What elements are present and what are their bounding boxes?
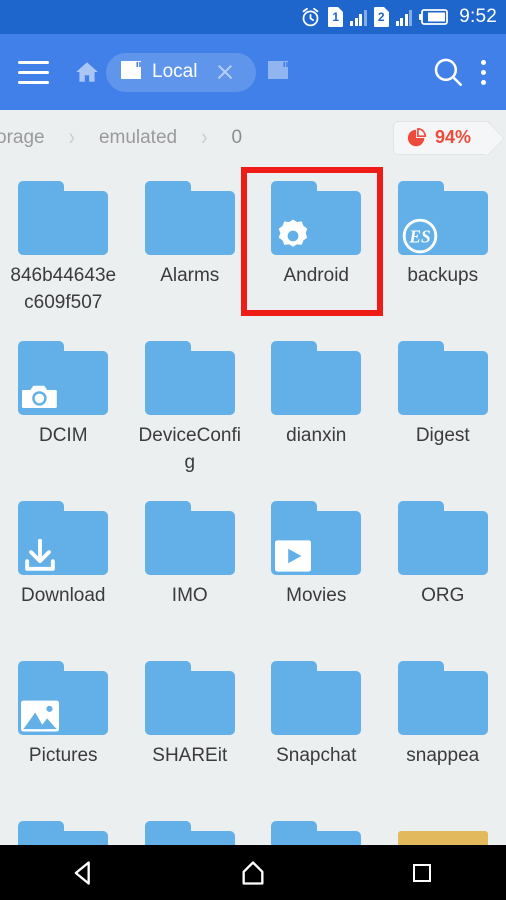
file-grid-item[interactable]: Download <box>0 485 127 645</box>
file-grid-item[interactable]: IMO <box>127 485 254 645</box>
search-icon[interactable] <box>431 55 465 89</box>
sdcard-icon <box>266 59 290 86</box>
tab-secondary-sdcard[interactable] <box>266 59 290 86</box>
folder-icon <box>144 661 235 735</box>
file-grid-item-label: backups <box>407 265 479 286</box>
folder-icon <box>397 661 488 735</box>
file-grid-item-label: Alarms <box>160 265 220 286</box>
camera-icon <box>21 379 59 413</box>
sdcard-icon <box>119 59 143 86</box>
status-bar: 1 2 9:52 <box>0 0 506 34</box>
sim1-signal-icon <box>350 9 367 26</box>
hamburger-menu-icon[interactable] <box>18 60 64 84</box>
file-grid-item[interactable]: ORG <box>380 485 506 645</box>
home-icon[interactable] <box>74 59 100 85</box>
file-grid-item[interactable]: DeviceConfig <box>127 325 254 485</box>
download-arrow-icon <box>21 539 59 573</box>
alarm-clock-icon <box>300 7 321 28</box>
file-grid-item[interactable]: DCIM <box>0 325 127 485</box>
back-triangle-icon[interactable] <box>39 845 129 900</box>
sim2-signal-icon <box>395 9 413 26</box>
storage-percent-label: 94% <box>434 127 471 147</box>
file-grid-item-label: Download <box>21 585 106 606</box>
folder-icon <box>144 181 235 255</box>
folder-icon <box>18 501 109 575</box>
sim2-indicator: 2 <box>373 7 389 27</box>
breadcrumb-item-1[interactable]: emulated <box>99 127 177 149</box>
file-grid-item-label: Pictures <box>28 745 98 766</box>
file-grid-item-label: Digest <box>415 425 470 446</box>
file-grid-item[interactable]: Snapchat <box>253 645 380 805</box>
image-icon <box>21 699 60 733</box>
folder-icon <box>271 661 362 735</box>
breadcrumb: orage › emulated › 0 94% <box>0 110 506 165</box>
clock-time: 9:52 <box>459 6 497 27</box>
system-navigation-bar <box>0 845 506 900</box>
file-grid-item-label: DeviceConfig <box>138 425 241 473</box>
tab-local-label: Local <box>152 61 198 82</box>
file-grid-item[interactable]: 846b44643ec609f507 <box>0 165 127 325</box>
file-grid-item-label: 846b44643ec609f507 <box>10 265 117 313</box>
file-grid-item[interactable] <box>253 805 380 845</box>
file-grid-item-label: DCIM <box>38 425 88 446</box>
storage-usage-badge[interactable]: 94% <box>392 120 492 155</box>
file-manager-screen: 1 2 9:52 Local orage › emulated › 0 94% … <box>0 0 506 900</box>
file-grid-item[interactable]: Alarms <box>127 165 254 325</box>
folder-icon <box>271 341 362 415</box>
pie-chart-icon <box>406 127 428 149</box>
folder-icon: ES <box>397 181 488 255</box>
file-grid-item[interactable]: Movies <box>253 485 380 645</box>
file-grid-item-label: IMO <box>171 585 208 606</box>
file-icon <box>397 821 488 845</box>
folder-icon <box>144 821 235 845</box>
folder-icon <box>18 181 109 255</box>
overflow-menu-icon[interactable] <box>481 59 486 85</box>
file-grid-item[interactable] <box>0 805 127 845</box>
folder-icon <box>271 181 362 255</box>
battery-icon <box>419 9 449 25</box>
folder-icon <box>397 341 488 415</box>
file-grid-item-label: snappea <box>406 745 480 766</box>
breadcrumb-item-2[interactable]: 0 <box>231 127 242 149</box>
breadcrumb-separator-icon: › <box>68 126 75 149</box>
file-grid-item-label: dianxin <box>286 425 347 446</box>
file-grid-item[interactable]: Digest <box>380 325 506 485</box>
es-logo-icon: ES <box>401 218 439 254</box>
close-icon[interactable] <box>212 59 238 85</box>
home-icon[interactable] <box>208 845 298 900</box>
gear-icon <box>274 219 312 253</box>
folder-icon <box>144 341 235 415</box>
breadcrumb-scroll[interactable]: orage › emulated › 0 <box>0 127 393 149</box>
file-grid-item[interactable]: dianxin <box>253 325 380 485</box>
file-grid-item[interactable] <box>380 805 506 845</box>
file-grid-item-label: SHAREit <box>152 745 228 766</box>
recents-square-icon[interactable] <box>377 845 467 900</box>
file-grid-item-label: Snapchat <box>276 745 357 766</box>
folder-icon <box>144 501 235 575</box>
sim1-indicator: 1 <box>328 7 344 27</box>
tab-local[interactable]: Local <box>106 52 256 92</box>
file-grid-item-label: Movies <box>286 585 347 606</box>
play-icon <box>274 539 312 573</box>
breadcrumb-item-0[interactable]: orage <box>0 127 45 149</box>
folder-icon <box>18 661 109 735</box>
file-grid-item[interactable]: SHAREit <box>127 645 254 805</box>
file-grid: 846b44643ec609f507 Alarms Android ES back… <box>0 165 506 845</box>
folder-icon <box>18 821 109 845</box>
folder-icon <box>271 821 362 845</box>
folder-icon <box>397 501 488 575</box>
svg-text:ES: ES <box>408 226 430 246</box>
file-grid-item[interactable]: Android <box>253 165 380 325</box>
breadcrumb-separator-icon: › <box>201 126 208 149</box>
app-toolbar: Local <box>0 34 506 110</box>
folder-icon <box>18 341 109 415</box>
file-grid-item-label: ORG <box>421 585 465 606</box>
file-grid-item[interactable]: Pictures <box>0 645 127 805</box>
file-grid-item[interactable]: snappea <box>380 645 506 805</box>
folder-icon <box>271 501 362 575</box>
file-grid-item[interactable] <box>127 805 254 845</box>
file-grid-item[interactable]: ES backups <box>380 165 506 325</box>
file-grid-item-label: Android <box>283 265 350 286</box>
